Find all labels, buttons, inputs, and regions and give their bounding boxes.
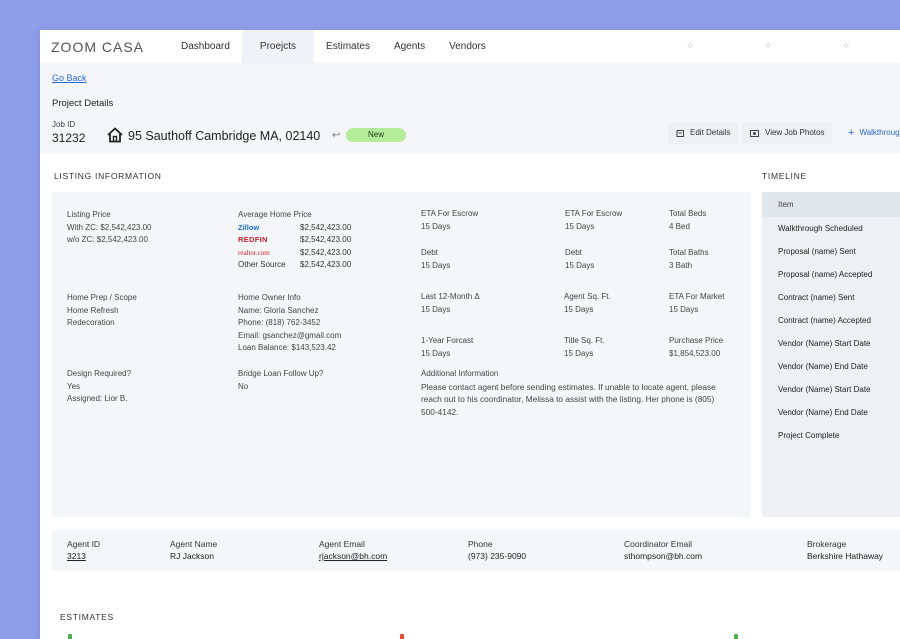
timeline-item[interactable]: Project Complete bbox=[762, 424, 900, 447]
debt-1: Debt 15 Days bbox=[421, 248, 451, 270]
timeline-item[interactable]: Contract (name) Sent bbox=[762, 286, 900, 309]
house-icon bbox=[107, 127, 123, 143]
average-home-price: Average Home Price Zillow $2,542,423.00 R… bbox=[238, 210, 352, 269]
status-badge: New bbox=[346, 128, 406, 142]
agent-phone: Phone (973) 235-9090 bbox=[468, 539, 527, 561]
edit-icon bbox=[676, 129, 684, 137]
eta-escrow-2: ETA For Escrow 15 Days bbox=[565, 209, 623, 231]
edit-details-label: Edit Details bbox=[690, 128, 731, 137]
nav-estimates[interactable]: Estimates bbox=[314, 30, 382, 63]
agent-email: Agent Email rjackson@bh.com bbox=[319, 539, 388, 562]
realtor-logo: realtor.com bbox=[238, 248, 270, 257]
listing-price: Listing Price With ZC: $2,542,423.00 w/o… bbox=[67, 210, 152, 244]
zillow-logo: Zillow bbox=[238, 222, 260, 232]
timeline-header: Item bbox=[762, 192, 900, 217]
agent-email-link[interactable]: rjackson@bh.com bbox=[319, 550, 387, 562]
additional-info: Additional Information Please contact ag… bbox=[421, 368, 731, 418]
last-12-month: Last 12-Month Δ 15 Days bbox=[421, 292, 480, 314]
total-baths: Total Baths 3 Bath bbox=[669, 248, 709, 270]
timeline-item[interactable]: Proposal (name) Sent bbox=[762, 240, 900, 263]
go-back-link[interactable]: Go Back bbox=[52, 73, 87, 83]
walkthrough-button[interactable]: + Walkthrough bbox=[840, 122, 900, 144]
top-nav: ZOOM CASA Dashboard Proejcts Estimates A… bbox=[40, 30, 900, 63]
estimate-status-dot bbox=[400, 634, 404, 639]
timeline-item[interactable]: Contract (name) Accepted bbox=[762, 309, 900, 332]
sparkle-icon: ✧ bbox=[764, 41, 773, 52]
timeline-item[interactable]: Vendor (Name) End Date bbox=[762, 401, 900, 424]
redfin-logo: REDFIN bbox=[238, 235, 268, 244]
timeline-panel: Item Walkthrough Scheduled Proposal (nam… bbox=[762, 192, 900, 517]
page-title: Project Details bbox=[52, 98, 114, 109]
view-photos-label: View Job Photos bbox=[765, 128, 825, 137]
home-owner-info: Home Owner Info Name: Gloria Sanchez Pho… bbox=[238, 293, 342, 352]
edit-details-button[interactable]: Edit Details bbox=[668, 122, 739, 144]
job-id-label: Job ID bbox=[52, 120, 76, 129]
sparkle-icon: ✧ bbox=[842, 41, 851, 52]
listing-panel: Listing Price With ZC: $2,542,423.00 w/o… bbox=[52, 192, 750, 517]
timeline-item[interactable]: Proposal (name) Accepted bbox=[762, 263, 900, 286]
home-prep-scope: Home Prep / Scope Home Refresh Redecorat… bbox=[67, 293, 137, 327]
debt-2: Debt 15 Days bbox=[565, 248, 595, 270]
design-required: Design Required? Yes Assigned: Lior B. bbox=[67, 369, 132, 403]
photos-icon bbox=[750, 129, 759, 137]
listing-section-title: LISTING INFORMATION bbox=[54, 171, 162, 181]
nav-agents[interactable]: Agents bbox=[382, 30, 437, 63]
view-photos-button[interactable]: View Job Photos bbox=[742, 122, 833, 144]
timeline-item[interactable]: Walkthrough Scheduled bbox=[762, 217, 900, 240]
link-icon[interactable]: ↩ bbox=[332, 130, 340, 141]
timeline-item[interactable]: Vendor (Name) Start Date bbox=[762, 332, 900, 355]
eta-market: ETA For Market 15 Days bbox=[669, 292, 725, 314]
timeline-section-title: TIMELINE bbox=[762, 171, 807, 181]
walkthrough-label: Walkthrough bbox=[859, 128, 900, 137]
timeline-item[interactable]: Vendor (Name) Start Date bbox=[762, 378, 900, 401]
total-beds: Total Beds 4 Bed bbox=[669, 209, 707, 231]
agent-sqft: Agent Sq. Ft. 15 Days bbox=[564, 292, 611, 314]
nav-dashboard[interactable]: Dashboard bbox=[169, 30, 242, 63]
estimate-status-dot bbox=[734, 634, 738, 639]
nav-vendors[interactable]: Vendors bbox=[437, 30, 498, 63]
sparkle-icon: ✧ bbox=[686, 41, 695, 52]
agent-id: Agent ID 3213 bbox=[67, 539, 101, 562]
brokerage: Brokerage Berkshire Hathaway bbox=[807, 539, 884, 561]
eta-escrow-1: ETA For Escrow 15 Days bbox=[421, 209, 479, 231]
estimate-status-dot bbox=[68, 634, 72, 639]
nav-projects[interactable]: Proejcts bbox=[241, 30, 315, 63]
bridge-loan: Bridge Loan Follow Up? No bbox=[238, 369, 324, 391]
agent-id-link[interactable]: 3213 bbox=[67, 550, 100, 562]
project-header: Go Back Project Details Job ID 31232 95 … bbox=[40, 63, 900, 153]
purchase-price: Purchase Price $1,854,523.00 bbox=[669, 336, 724, 358]
additional-info-text: Please contact agent before sending esti… bbox=[421, 381, 716, 417]
estimates-section-title: ESTIMATES bbox=[60, 612, 114, 622]
app-window: ZOOM CASA Dashboard Proejcts Estimates A… bbox=[40, 30, 900, 639]
project-address: 95 Sauthoff Cambridge MA, 02140 bbox=[128, 129, 321, 143]
title-sqft: Title Sq. Ft. 15 Days bbox=[564, 336, 605, 358]
one-year-forecast: 1-Year Forcast 15 Days bbox=[421, 336, 474, 358]
job-id-value: 31232 bbox=[52, 131, 86, 145]
coordinator-email: Coordinator Email sthompson@bh.com bbox=[624, 539, 703, 561]
timeline-item[interactable]: Vendor (Name) End Date bbox=[762, 355, 900, 378]
agent-info-bar: Agent ID 3213 Agent Name RJ Jackson Agent … bbox=[52, 530, 900, 570]
plus-icon: + bbox=[848, 127, 855, 139]
logo: ZOOM CASA bbox=[51, 38, 145, 55]
agent-name: Agent Name RJ Jackson bbox=[170, 539, 218, 561]
